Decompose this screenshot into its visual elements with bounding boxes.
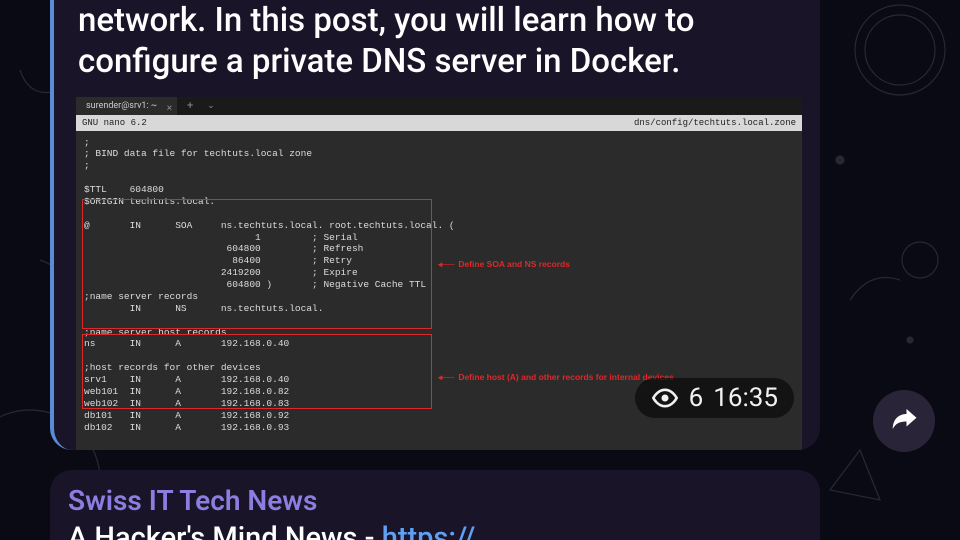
- link[interactable]: https://: [382, 521, 476, 540]
- next-message-text: A Hacker's Mind News - https://: [68, 521, 802, 540]
- next-message-bubble[interactable]: Swiss IT Tech News A Hacker's Mind News …: [50, 470, 820, 540]
- share-arrow-icon: [889, 404, 919, 438]
- editor-file-path: dns/config/techtuts.local.zone: [634, 118, 796, 128]
- message-meta: 6 16:35: [635, 378, 794, 418]
- message-text: network. In this post, you will learn ho…: [70, 0, 804, 97]
- new-tab-button[interactable]: +: [177, 99, 203, 112]
- forwarded-source[interactable]: Swiss IT Tech News: [68, 484, 802, 517]
- forward-button[interactable]: [873, 390, 935, 452]
- view-count: 6: [689, 383, 704, 413]
- editor-name: GNU nano 6.2: [82, 118, 147, 128]
- terminal-tab-title: surender@srv1: ~: [86, 101, 157, 111]
- terminal-tab[interactable]: surender@srv1: ~ ×: [76, 97, 177, 115]
- message-time: 16:35: [713, 383, 778, 413]
- close-icon[interactable]: ×: [167, 100, 172, 118]
- terminal-tab-bar: surender@srv1: ~ × + ⌄: [76, 97, 802, 115]
- views-icon: [651, 384, 679, 412]
- annotation-label-soa: ◂──Define SOA and NS records: [438, 259, 570, 270]
- annotation-label-hosts: ◂──Define host (A) and other records for…: [438, 372, 674, 383]
- message-bubble[interactable]: network. In this post, you will learn ho…: [50, 0, 820, 450]
- chevron-down-icon[interactable]: ⌄: [203, 101, 219, 111]
- nano-status-bar: GNU nano 6.2 dns/config/techtuts.local.z…: [76, 115, 802, 131]
